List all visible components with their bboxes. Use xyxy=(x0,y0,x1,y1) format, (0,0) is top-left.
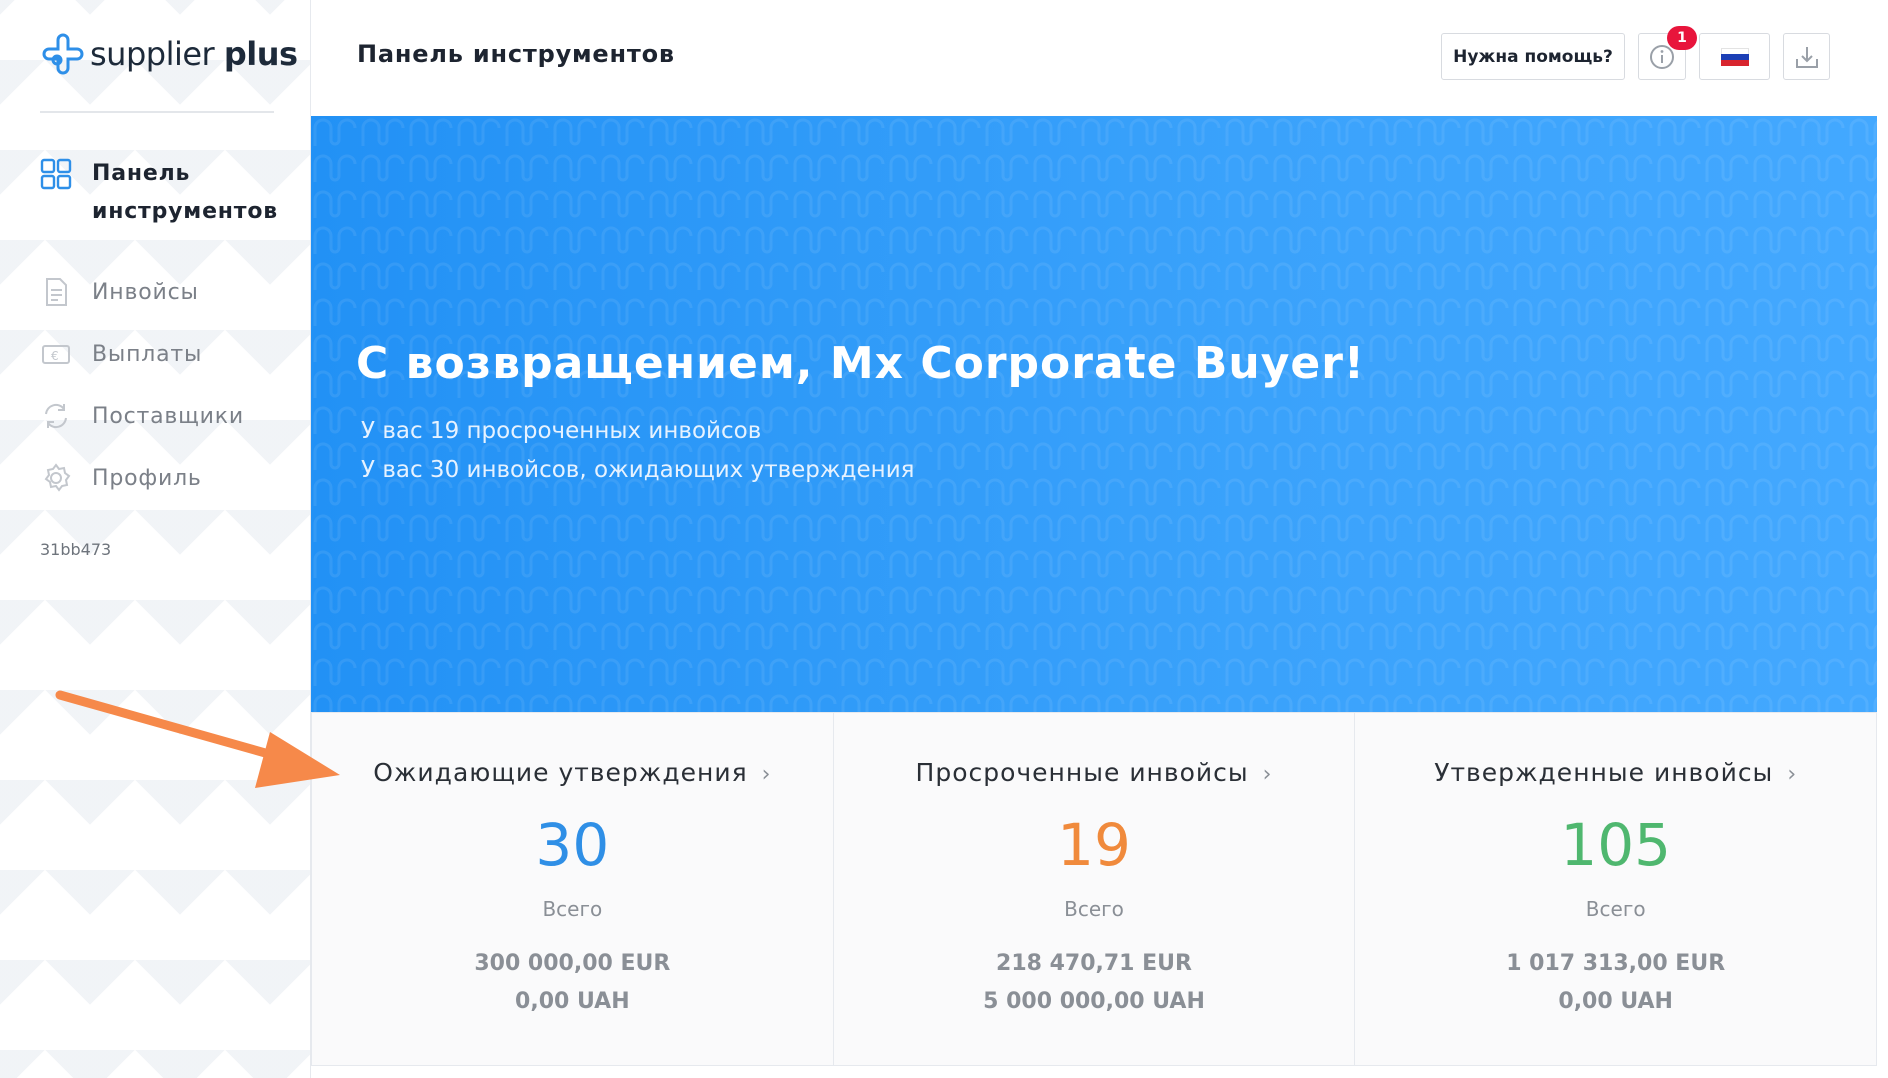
stat-value: 19 xyxy=(1057,811,1131,879)
sidebar: supplier plus Панель инструментов Инвойс… xyxy=(0,0,311,1078)
logo-text: supplier plus xyxy=(90,35,298,73)
gear-icon xyxy=(44,463,71,492)
stat-amount-eur: 218 470,71 EUR xyxy=(996,951,1192,976)
stat-title[interactable]: Просроченные инвойсы › xyxy=(834,758,1355,787)
page-title: Панель инструментов xyxy=(357,40,675,68)
download-button[interactable] xyxy=(1783,33,1830,80)
sidebar-item-label: Выплаты xyxy=(92,341,203,367)
stat-card-pending[interactable]: Ожидающие утверждения › 30 Всего 300 000,… xyxy=(312,713,834,1065)
logo-icon xyxy=(42,33,84,75)
invoice-icon xyxy=(46,278,67,306)
stat-value: 105 xyxy=(1560,811,1672,879)
stat-title[interactable]: Утвержденные инвойсы › xyxy=(1355,758,1876,787)
sidebar-item-label: Поставщики xyxy=(92,403,244,429)
stat-title[interactable]: Ожидающие утверждения › xyxy=(312,758,833,787)
dashboard-icon xyxy=(40,158,72,190)
stat-label: Всего xyxy=(1064,897,1124,921)
notification-count-badge: 1 xyxy=(1667,26,1697,50)
payment-icon: € xyxy=(42,345,70,364)
sidebar-nav: Панель инструментов Инвойсы € Выплаты По… xyxy=(40,155,290,509)
stat-amount-uah: 5 000 000,00 UAH xyxy=(983,989,1205,1014)
sidebar-divider xyxy=(40,111,274,113)
sidebar-item-suppliers[interactable]: Поставщики xyxy=(40,385,290,447)
svg-text:€: € xyxy=(51,349,59,363)
stat-label: Всего xyxy=(542,897,603,921)
chevron-right-icon: › xyxy=(1262,762,1273,787)
stat-card-overdue[interactable]: Просроченные инвойсы › 19 Всего 218 470,7… xyxy=(834,713,1356,1065)
sidebar-item-label: Инвойсы xyxy=(92,279,199,305)
sidebar-item-payments[interactable]: € Выплаты xyxy=(40,323,290,385)
welcome-title: С возвращением, Mx Corporate Buyer! xyxy=(356,338,1365,389)
supplier-plus-logo[interactable]: supplier plus xyxy=(40,30,298,78)
sidebar-item-invoices[interactable]: Инвойсы xyxy=(40,261,290,323)
language-selector[interactable] xyxy=(1699,33,1770,80)
chevron-right-icon: › xyxy=(761,762,772,787)
ru-flag-icon xyxy=(1720,47,1749,66)
sidebar-item-label: Профиль xyxy=(92,465,202,491)
help-button[interactable]: Нужна помощь? xyxy=(1441,33,1625,80)
pending-summary: У вас 30 инвойсов, ожидающих утверждения xyxy=(361,457,915,483)
chevron-right-icon: › xyxy=(1787,762,1798,787)
stat-amount-eur: 300 000,00 EUR xyxy=(474,951,671,976)
overdue-summary: У вас 19 просроченных инвойсов xyxy=(361,418,762,444)
download-icon xyxy=(1795,46,1818,68)
banner-pattern xyxy=(311,116,1877,712)
stat-amount-uah: 0,00 UAH xyxy=(515,989,630,1014)
stat-card-approved[interactable]: Утвержденные инвойсы › 105 Всего 1 017 31… xyxy=(1355,713,1876,1065)
welcome-banner: С возвращением, Mx Corporate Buyer! У ва… xyxy=(311,116,1877,712)
sidebar-item-label: Панель инструментов xyxy=(92,161,278,224)
app-version: 31bb473 xyxy=(40,540,112,559)
annotation-arrow-icon xyxy=(55,690,340,788)
suppliers-icon xyxy=(45,403,67,429)
stat-label: Всего xyxy=(1585,897,1646,921)
stat-amount-uah: 0,00 UAH xyxy=(1558,989,1673,1014)
invoice-stats: Ожидающие утверждения › 30 Всего 300 000,… xyxy=(311,712,1877,1066)
sidebar-item-profile[interactable]: Профиль xyxy=(40,447,290,509)
stat-value: 30 xyxy=(535,811,610,879)
stat-amount-eur: 1 017 313,00 EUR xyxy=(1506,951,1726,976)
top-header: Панель инструментов Нужна помощь? 1 xyxy=(311,0,1888,116)
sidebar-item-dashboard[interactable]: Панель инструментов xyxy=(40,155,290,231)
